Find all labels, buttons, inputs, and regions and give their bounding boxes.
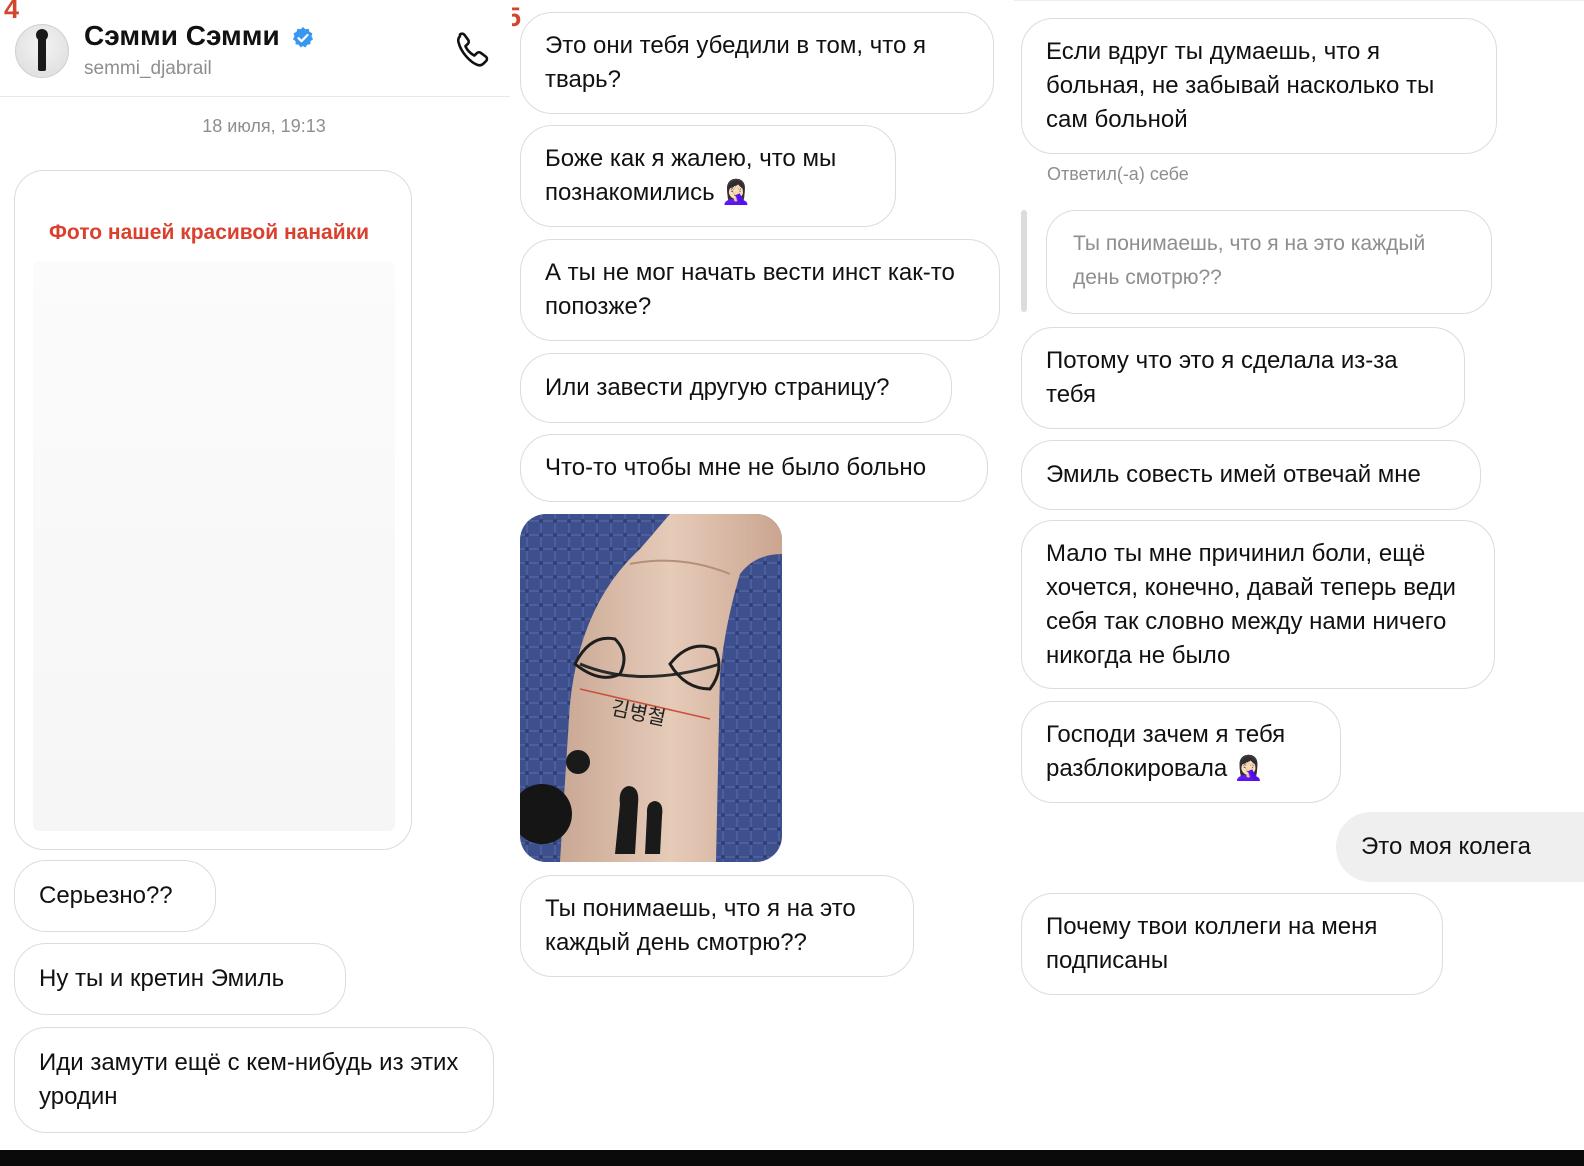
facepalm-emoji: 🤦🏻‍♀️ (721, 179, 752, 206)
chat-header: Сэмми Сэмми semmi_djabrail (0, 0, 510, 97)
post-image (33, 261, 395, 831)
message-text: Ну ты и кретин Эмиль (39, 965, 285, 992)
message-text: Иди замути ещё с кем-нибудь из этих урод… (39, 1049, 459, 1110)
message-bubble[interactable]: Ну ты и кретин Эмиль (14, 943, 346, 1015)
message-text: Ты понимаешь, что я на это каждый день с… (545, 895, 856, 956)
post-caption: Фото нашей красивой нанайки (49, 221, 370, 244)
reply-indicator (1021, 210, 1027, 312)
message-bubble[interactable]: Что-то чтобы мне не было больно (520, 434, 988, 502)
message-text: Почему твои коллеги на меня подписаны (1046, 913, 1378, 974)
wrist-tattoo-photo[interactable]: 김병철 (520, 514, 782, 862)
message-text: А ты не мог начать вести инст как-то поп… (545, 259, 955, 320)
facepalm-emoji: 🤦🏻‍♀️ (1233, 755, 1264, 782)
screenshot-panel-4: 4 Сэмми Сэмми semmi_djabrail 18 июля, 19… (0, 0, 510, 1150)
message-text-content: Боже как я жалею, что мы познакомились (545, 145, 837, 206)
message-bubble[interactable]: Потому что это я сделала из-за тебя (1021, 327, 1465, 429)
message-bubble[interactable]: Ты понимаешь, что я на это каждый день с… (520, 875, 914, 977)
username: semmi_djabrail (84, 58, 212, 79)
message-bubble[interactable]: А ты не мог начать вести инст как-то поп… (520, 239, 1000, 341)
message-text: Это моя колега (1361, 833, 1532, 860)
message-text: Господи зачем я тебя разблокировала 🤦🏻‍♀… (1046, 718, 1316, 786)
message-text: Если вдруг ты думаешь, что я больная, не… (1046, 38, 1435, 133)
message-bubble[interactable]: Это они тебя убедили в том, что я тварь? (520, 12, 994, 114)
message-text: Это они тебя убедили в том, что я тварь? (545, 32, 926, 93)
shared-post[interactable]: Фото нашей красивой нанайки (14, 170, 412, 850)
message-text: Серьезно?? (39, 882, 173, 909)
message-text: Боже как я жалею, что мы познакомились 🤦… (545, 142, 871, 210)
message-bubble[interactable]: Мало ты мне причинил боли, ещё хочется, … (1021, 520, 1495, 689)
quoted-message[interactable]: Ты понимаешь, что я на это каждый день с… (1046, 210, 1492, 314)
message-bubble[interactable]: Иди замути ещё с кем-нибудь из этих урод… (14, 1027, 494, 1133)
verified-badge-icon (292, 27, 314, 48)
sent-message-bubble[interactable]: Это моя колега (1336, 812, 1584, 882)
message-text: Потому что это я сделала из-за тебя (1046, 347, 1398, 408)
message-bubble[interactable]: Эмиль совесть имей отвечай мне (1021, 440, 1481, 510)
message-text: Или завести другую страницу? (545, 374, 890, 401)
reply-label: Ответил(-а) себе (1047, 164, 1189, 184)
bottom-border (0, 1150, 1584, 1166)
panel-number: 5 (512, 2, 522, 32)
message-bubble[interactable]: Или завести другую страницу? (520, 353, 952, 423)
message-text: Эмиль совесть имей отвечай мне (1046, 461, 1421, 488)
panel-number: 6 (1014, 5, 1015, 36)
message-text: Мало ты мне причинил боли, ещё хочется, … (1046, 539, 1456, 669)
message-bubble[interactable]: Боже как я жалею, что мы познакомились 🤦… (520, 125, 896, 227)
message-text: Что-то чтобы мне не было больно (545, 454, 927, 481)
avatar[interactable] (15, 24, 69, 78)
message-bubble[interactable]: Господи зачем я тебя разблокировала 🤦🏻‍♀… (1021, 701, 1341, 803)
contact-name[interactable]: Сэмми Сэмми (84, 20, 280, 52)
message-bubble[interactable]: Если вдруг ты думаешь, что я больная, не… (1021, 18, 1497, 154)
message-timestamp: 18 июля, 19:13 (202, 116, 326, 136)
message-bubble[interactable]: Почему твои коллеги на меня подписаны (1021, 893, 1443, 995)
message-bubble[interactable]: Серьезно?? (14, 860, 216, 932)
phone-icon[interactable] (450, 28, 494, 72)
